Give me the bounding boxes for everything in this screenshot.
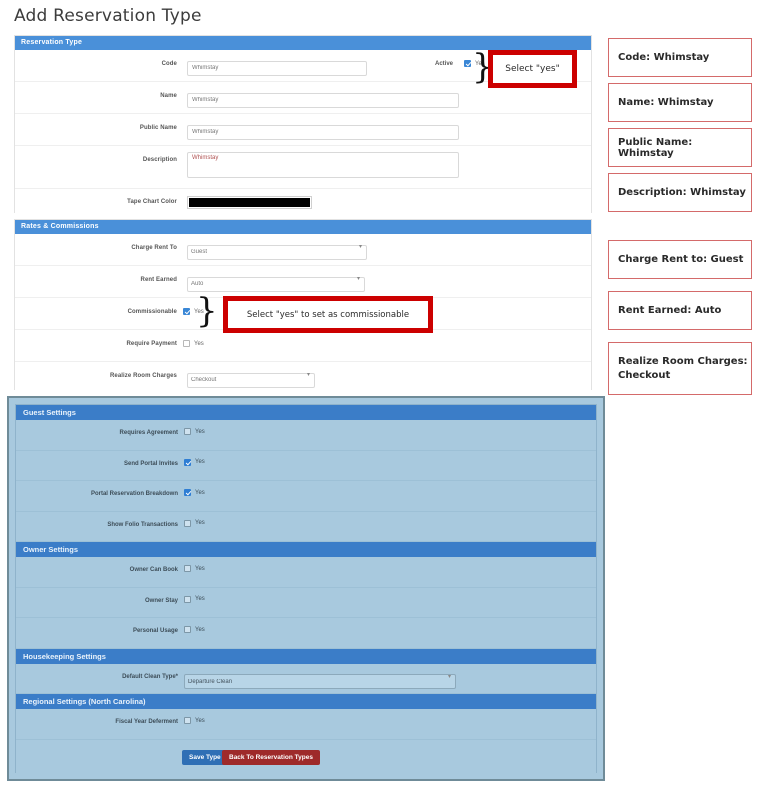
personal-usage-checkbox[interactable] [184,626,191,633]
send-portal-invites-checkbox-label: Yes [195,459,205,465]
description-textarea[interactable]: Whimstay [187,152,459,178]
field-row-description: Description Whimstay [15,146,591,189]
require-payment-checkbox[interactable] [183,340,190,347]
require-payment-checkbox-label: Yes [194,340,204,347]
owner-stay-checkbox-row[interactable]: Yes [184,595,205,603]
upper-screenshot: Add Reservation Type Reservation Type Co… [0,0,600,396]
action-bar: Save Type Back To Reservation Types [16,739,596,776]
active-checkbox[interactable] [464,60,471,67]
annotation-description: Description: Whimstay [608,173,752,212]
label-public-name: Public Name [139,125,177,131]
field-row-personal-usage: Personal Usage Yes [16,618,596,649]
commissionable-checkbox[interactable] [183,308,190,315]
requires-agreement-checkbox-label: Yes [195,428,205,435]
tape-chart-color-swatch[interactable] [187,196,312,209]
annotation-charge-rent-to: Charge Rent to: Guest [608,240,752,279]
show-folio-transactions-checkbox[interactable] [184,519,191,527]
field-row-portal-reservation-breakdown: Portal Reservation Breakdown Yes [16,481,596,512]
name-input[interactable] [187,92,459,108]
lower-screenshot: Guest Settings Requires Agreement Yes Se… [7,396,605,781]
owner-stay-checkbox[interactable] [184,595,191,603]
label-default-clean-type: Default Clean Type* [122,673,178,680]
label-description: Description [142,157,177,163]
section-header-guest-settings: Guest Settings [16,405,596,420]
section-header-housekeeping-settings: Housekeeping Settings [16,648,596,664]
annotation-code: Code: Whimstay [608,38,752,77]
label-active: Active [435,61,454,67]
field-row-send-portal-invites: Send Portal Invites Yes [16,450,596,481]
field-row-default-clean-type: Default Clean Type* Departure Clean ▾ [16,663,596,694]
charge-rent-to-select[interactable]: Guest [187,244,367,260]
field-row-requires-agreement: Requires Agreement Yes [16,420,596,451]
default-clean-type-select[interactable]: Departure Clean [184,674,456,689]
code-input[interactable] [187,60,367,76]
realize-room-charges-select[interactable]: Checkout [187,372,315,388]
requires-agreement-checkbox[interactable] [184,428,191,435]
label-show-folio-transactions: Show Folio Transactions [107,521,178,528]
annotation-rent-earned: Rent Earned: Auto [608,291,752,330]
field-row-show-folio-transactions: Show Folio Transactions Yes [16,511,596,542]
field-row-tape-chart-color: Tape Chart Color [15,189,591,219]
fiscal-year-deferment-checkbox-label: Yes [195,717,205,724]
lower-screenshot-inner: Guest Settings Requires Agreement Yes Se… [15,404,597,776]
section-header-rates-commissions: Rates & Commissions [15,220,591,234]
fiscal-year-deferment-checkbox[interactable] [184,717,191,724]
brace-commissionable: } [196,291,218,331]
section-header-owner-settings: Owner Settings [16,542,596,557]
label-commissionable: Commissionable [127,309,177,315]
callout-commissionable: Select "yes" to set as commissionable [223,296,433,333]
annotation-name: Name: Whimstay [608,83,752,122]
field-row-require-payment: Require Payment Yes [15,330,591,362]
require-payment-checkbox-row[interactable]: Yes [183,340,204,347]
back-to-reservation-types-button[interactable]: Back To Reservation Types [222,749,320,765]
field-row-owner-stay: Owner Stay Yes [16,587,596,618]
page-title: Add Reservation Type [14,6,202,26]
send-portal-invites-checkbox-row[interactable]: Yes [184,458,205,466]
personal-usage-checkbox-label: Yes [195,626,205,633]
field-row-charge-rent-to: Charge Rent To Guest ▾ [15,234,591,266]
field-row-fiscal-year-deferment: Fiscal Year Deferment Yes [16,709,596,740]
label-personal-usage: Personal Usage [132,628,178,634]
save-type-button[interactable]: Save Type [182,749,228,765]
owner-can-book-checkbox-row[interactable]: Yes [184,565,205,572]
rent-earned-select[interactable]: Auto [187,276,365,292]
label-fiscal-year-deferment: Fiscal Year Deferment [115,719,178,725]
label-requires-agreement: Requires Agreement [119,430,178,436]
annotation-public-name: Public Name: Whimstay [608,128,752,167]
label-tape-chart-color: Tape Chart Color [127,199,177,205]
label-owner-can-book: Owner Can Book [129,567,178,573]
label-name: Name [160,93,177,99]
section-header-reservation-type: Reservation Type [15,36,591,50]
personal-usage-checkbox-row[interactable]: Yes [184,626,205,633]
label-code: Code [161,61,177,67]
field-row-owner-can-book: Owner Can Book Yes [16,557,596,588]
show-folio-transactions-checkbox-label: Yes [195,520,205,526]
annotation-realize-room-charges: Realize Room Charges: Checkout [608,342,752,395]
label-charge-rent-to: Charge Rent To [131,245,177,251]
label-realize-room-charges: Realize Room Charges [109,373,177,379]
show-folio-transactions-checkbox-row[interactable]: Yes [184,519,205,527]
send-portal-invites-checkbox[interactable] [184,458,191,466]
section-header-regional-settings: Regional Settings (North Carolina) [16,694,596,709]
requires-agreement-checkbox-row[interactable]: Yes [184,428,205,435]
callout-select-yes: Select "yes" [488,50,577,88]
field-row-rent-earned: Rent Earned Auto ▾ [15,266,591,298]
public-name-input[interactable] [187,124,459,140]
label-owner-stay: Owner Stay [144,597,178,604]
label-rent-earned: Rent Earned [140,277,177,283]
field-row-public-name: Public Name [15,114,591,146]
label-send-portal-invites: Send Portal Invites [123,460,178,467]
owner-can-book-checkbox-label: Yes [195,565,205,572]
owner-stay-checkbox-label: Yes [195,596,205,602]
portal-reservation-breakdown-checkbox-row[interactable]: Yes [184,489,205,496]
label-portal-reservation-breakdown: Portal Reservation Breakdown [90,491,178,497]
portal-reservation-breakdown-checkbox[interactable] [184,489,191,496]
portal-reservation-breakdown-checkbox-label: Yes [195,489,205,496]
field-row-realize-room-charges: Realize Room Charges Checkout ▾ [15,362,591,393]
label-require-payment: Require Payment [126,341,177,347]
fiscal-year-deferment-checkbox-row[interactable]: Yes [184,717,205,724]
owner-can-book-checkbox[interactable] [184,565,191,572]
